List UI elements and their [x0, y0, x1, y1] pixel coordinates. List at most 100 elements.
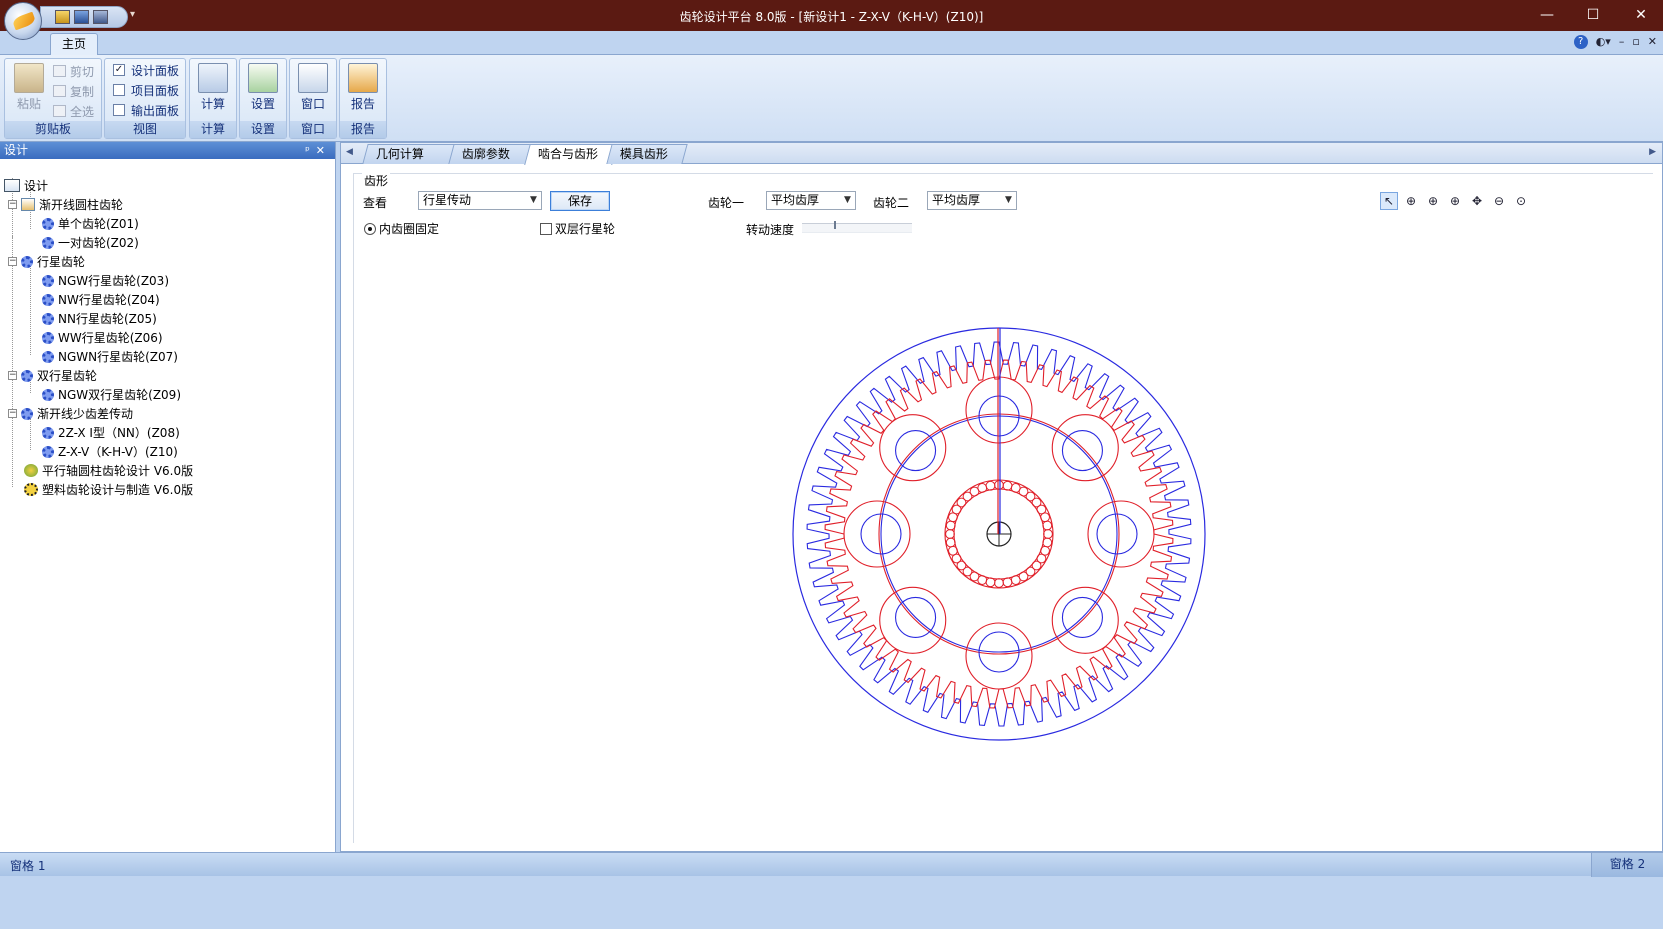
tree-line: [12, 235, 13, 487]
pin-icon[interactable]: ᵖ: [305, 144, 316, 157]
application-menu-button[interactable]: [4, 2, 42, 40]
view-select[interactable]: 行星传动 ▼: [418, 191, 542, 210]
gear-icon: [42, 236, 54, 249]
design-panel-toggle[interactable]: ✓ 设计面板: [113, 60, 179, 80]
group-label: 窗口: [290, 121, 336, 138]
gear1-select[interactable]: 平均齿厚 ▼: [766, 191, 856, 210]
tab-mesh-and-tooth-shape[interactable]: 啮合与齿形: [524, 144, 618, 165]
panel-close-icon[interactable]: ✕: [316, 144, 331, 157]
design-root-icon: [4, 179, 20, 192]
zoom-out-icon[interactable]: ⊖: [1490, 192, 1508, 210]
speed-slider[interactable]: [802, 221, 912, 233]
chevron-down-icon: ▼: [844, 195, 851, 205]
group-window: 窗口 窗口: [289, 58, 337, 139]
gear-icon: [42, 350, 54, 363]
tree-line: [30, 265, 31, 355]
tree-node-z05[interactable]: NN行星齿轮(Z05): [42, 309, 157, 328]
report-button[interactable]: 报告: [341, 61, 385, 121]
paste-button[interactable]: 粘贴: [7, 61, 51, 121]
gear-icon: [42, 445, 54, 458]
collapse-icon[interactable]: −: [8, 409, 17, 418]
close-button[interactable]: ✕: [1621, 4, 1661, 26]
ribbon: 粘贴 剪切 复制 全选 剪贴板 ✓ 设计面板 项目面板 输出面板 视图 计算 计算…: [0, 55, 1663, 142]
checkbox[interactable]: [540, 222, 552, 235]
zoom-fit-icon[interactable]: ⊙: [1512, 192, 1530, 210]
calculate-button[interactable]: 计算: [191, 61, 235, 121]
tree-node-planetary[interactable]: − 行星齿轮: [8, 252, 85, 271]
tree-node-small-tooth-diff[interactable]: − 渐开线少齿差传动: [8, 404, 133, 423]
tree-node-z08[interactable]: 2Z-X Ⅰ型（NN）(Z08): [42, 423, 180, 442]
tree-node-parallel-axis-v6[interactable]: 平行轴圆柱齿轮设计 V6.0版: [24, 461, 193, 480]
window-button[interactable]: 窗口: [291, 61, 335, 121]
zoom-in-icon[interactable]: ⊕: [1424, 192, 1442, 210]
copy-button[interactable]: 复制: [53, 81, 94, 101]
project-panel-toggle[interactable]: 项目面板: [113, 80, 179, 100]
cut-button[interactable]: 剪切: [53, 61, 94, 81]
pointer-icon[interactable]: ↖: [1380, 192, 1398, 210]
bearing-roller: [1043, 529, 1053, 539]
gear-icon: [42, 274, 54, 287]
select-all-icon: [53, 105, 66, 117]
tab-scroll-right-icon[interactable]: ▶: [1649, 147, 1656, 157]
tree-node-double-planetary[interactable]: − 双行星齿轮: [8, 366, 97, 385]
zoom-window-icon[interactable]: ⊕: [1402, 192, 1420, 210]
tab-home[interactable]: 主页: [50, 33, 98, 56]
tab-geometry-calc[interactable]: 几何计算: [362, 144, 458, 164]
style-icon[interactable]: ◐▾: [1596, 35, 1611, 49]
save-button[interactable]: 保存: [550, 191, 610, 211]
app-logo-icon: [11, 11, 37, 31]
ribbon-restore-icon[interactable]: ▫: [1632, 35, 1639, 49]
gear-icon: [42, 331, 54, 344]
minimize-button[interactable]: —: [1527, 4, 1567, 26]
tree-node-z10[interactable]: Z-X-V（K-H-V）(Z10): [42, 442, 178, 461]
group-label: 报告: [340, 121, 386, 138]
checkbox[interactable]: [113, 104, 125, 116]
gear2-select[interactable]: 平均齿厚 ▼: [927, 191, 1017, 210]
design-tree: 设计 − 渐开线圆柱齿轮 单个齿轮(Z01) 一对齿轮(Z02) − 行星齿轮 NG…: [0, 159, 335, 497]
ring-fixed-radio[interactable]: 内齿圈固定: [364, 220, 439, 237]
tree-node-z07[interactable]: NGWN行星齿轮(Z07): [42, 347, 178, 366]
tree-node-root[interactable]: 设计: [4, 176, 48, 195]
speed-label: 转动速度: [746, 223, 795, 237]
settings-button[interactable]: 设置: [241, 61, 285, 121]
red-pin-hole: [1087, 500, 1155, 568]
radio-selected[interactable]: [364, 222, 376, 235]
report-icon: [348, 63, 378, 93]
group-label: 计算: [190, 121, 236, 138]
select-all-button[interactable]: 全选: [53, 101, 94, 121]
tree-node-involute-cylindrical[interactable]: − 渐开线圆柱齿轮: [8, 195, 123, 214]
collapse-icon[interactable]: −: [8, 257, 17, 266]
checkbox[interactable]: [113, 84, 125, 96]
double-planet-checkbox[interactable]: 双层行星轮: [540, 220, 615, 237]
group-view: ✓ 设计面板 项目面板 输出面板 视图: [104, 58, 186, 139]
ribbon-minimize-icon[interactable]: –: [1619, 35, 1625, 49]
zoom-extents-icon[interactable]: ⊕: [1446, 192, 1464, 210]
status-pane-1: 窗格 1: [10, 859, 46, 873]
checkbox-checked[interactable]: ✓: [113, 64, 125, 76]
maximize-button[interactable]: ☐: [1573, 4, 1613, 26]
output-panel-toggle[interactable]: 输出面板: [113, 100, 179, 120]
group-label: 设置: [240, 121, 286, 138]
tree-node-z09[interactable]: NGW双行星齿轮(Z09): [42, 385, 181, 404]
help-icon[interactable]: ?: [1573, 35, 1588, 49]
group-clipboard: 粘贴 剪切 复制 全选 剪贴板: [4, 58, 102, 139]
collapse-icon[interactable]: −: [8, 371, 17, 380]
tree-node-z01[interactable]: 单个齿轮(Z01): [42, 214, 139, 233]
design-panel-header: 设计 ᵖ✕: [0, 142, 335, 159]
tree-node-z02[interactable]: 一对齿轮(Z02): [42, 233, 139, 252]
tree-node-z03[interactable]: NGW行星齿轮(Z03): [42, 271, 169, 290]
pan-icon[interactable]: ✥: [1468, 192, 1486, 210]
group-label: 视图: [105, 121, 185, 138]
collapse-icon[interactable]: −: [8, 200, 17, 209]
ribbon-close-icon[interactable]: ✕: [1648, 35, 1657, 49]
gear2-label: 齿轮二: [873, 196, 910, 210]
chevron-down-icon: ▼: [1005, 195, 1012, 205]
tree-node-plastic-gear-v6[interactable]: 塑料齿轮设计与制造 V6.0版: [24, 480, 193, 499]
tab-mold-tooth-shape[interactable]: 模具齿形: [606, 144, 688, 164]
gear-icon: [42, 293, 54, 306]
tree-node-z06[interactable]: WW行星齿轮(Z06): [42, 328, 163, 347]
speed-slider-thumb[interactable]: [834, 221, 837, 229]
copy-icon: [53, 85, 66, 97]
tree-node-z04[interactable]: NW行星齿轮(Z04): [42, 290, 160, 309]
tab-scroll-left-icon[interactable]: ◀: [346, 147, 353, 157]
